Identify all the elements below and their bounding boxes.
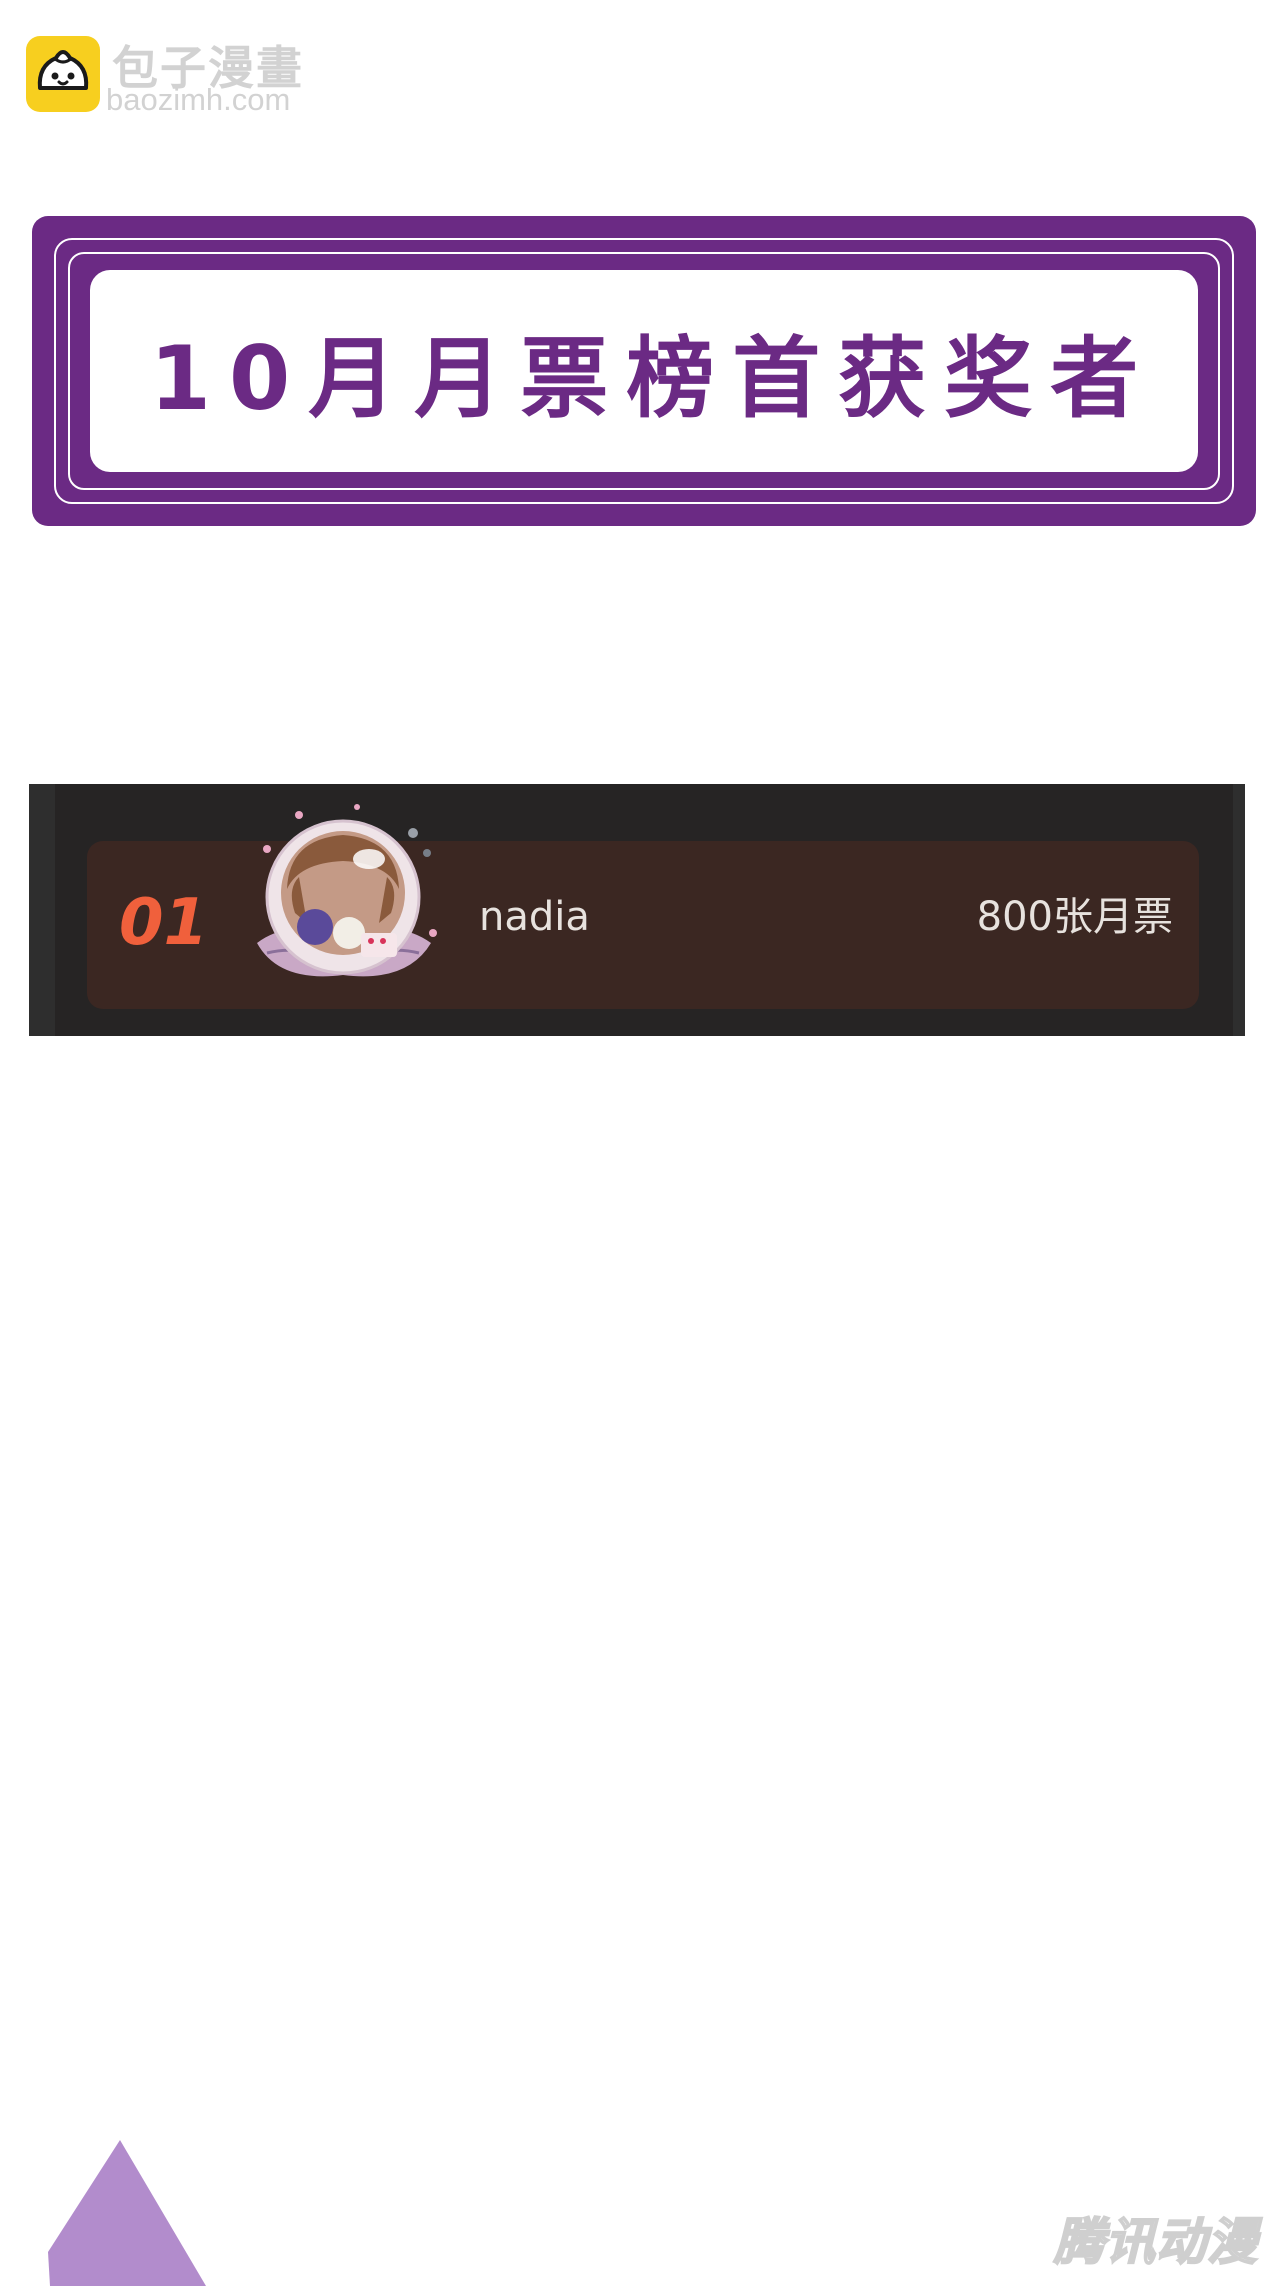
- vote-count: 800张月票: [976, 894, 1173, 940]
- user-avatar: [237, 793, 449, 1003]
- site-domain: baozimh.com: [106, 82, 291, 117]
- title-banner: 10月月票榜首获奖者: [32, 216, 1256, 526]
- username: nadia: [479, 894, 590, 940]
- bun-face-icon: [26, 36, 100, 112]
- corner-triangle-decoration: [48, 2140, 206, 2286]
- site-watermark: 包子漫畫 baozimh.com: [26, 32, 326, 118]
- panel-edge-right: [1233, 784, 1245, 1036]
- ranking-row: 01 nadia 800张月票: [87, 804, 1199, 1009]
- ranking-panel: 01 nadia 800张月票: [29, 784, 1245, 1036]
- panel-edge-left: [29, 784, 55, 1036]
- brand-watermark: 腾讯动漫: [1053, 2212, 1258, 2272]
- rank-number: 01: [119, 886, 209, 960]
- banner-plate: 10月月票榜首获奖者: [90, 270, 1198, 472]
- banner-title: 10月月票榜首获奖者: [149, 326, 1157, 430]
